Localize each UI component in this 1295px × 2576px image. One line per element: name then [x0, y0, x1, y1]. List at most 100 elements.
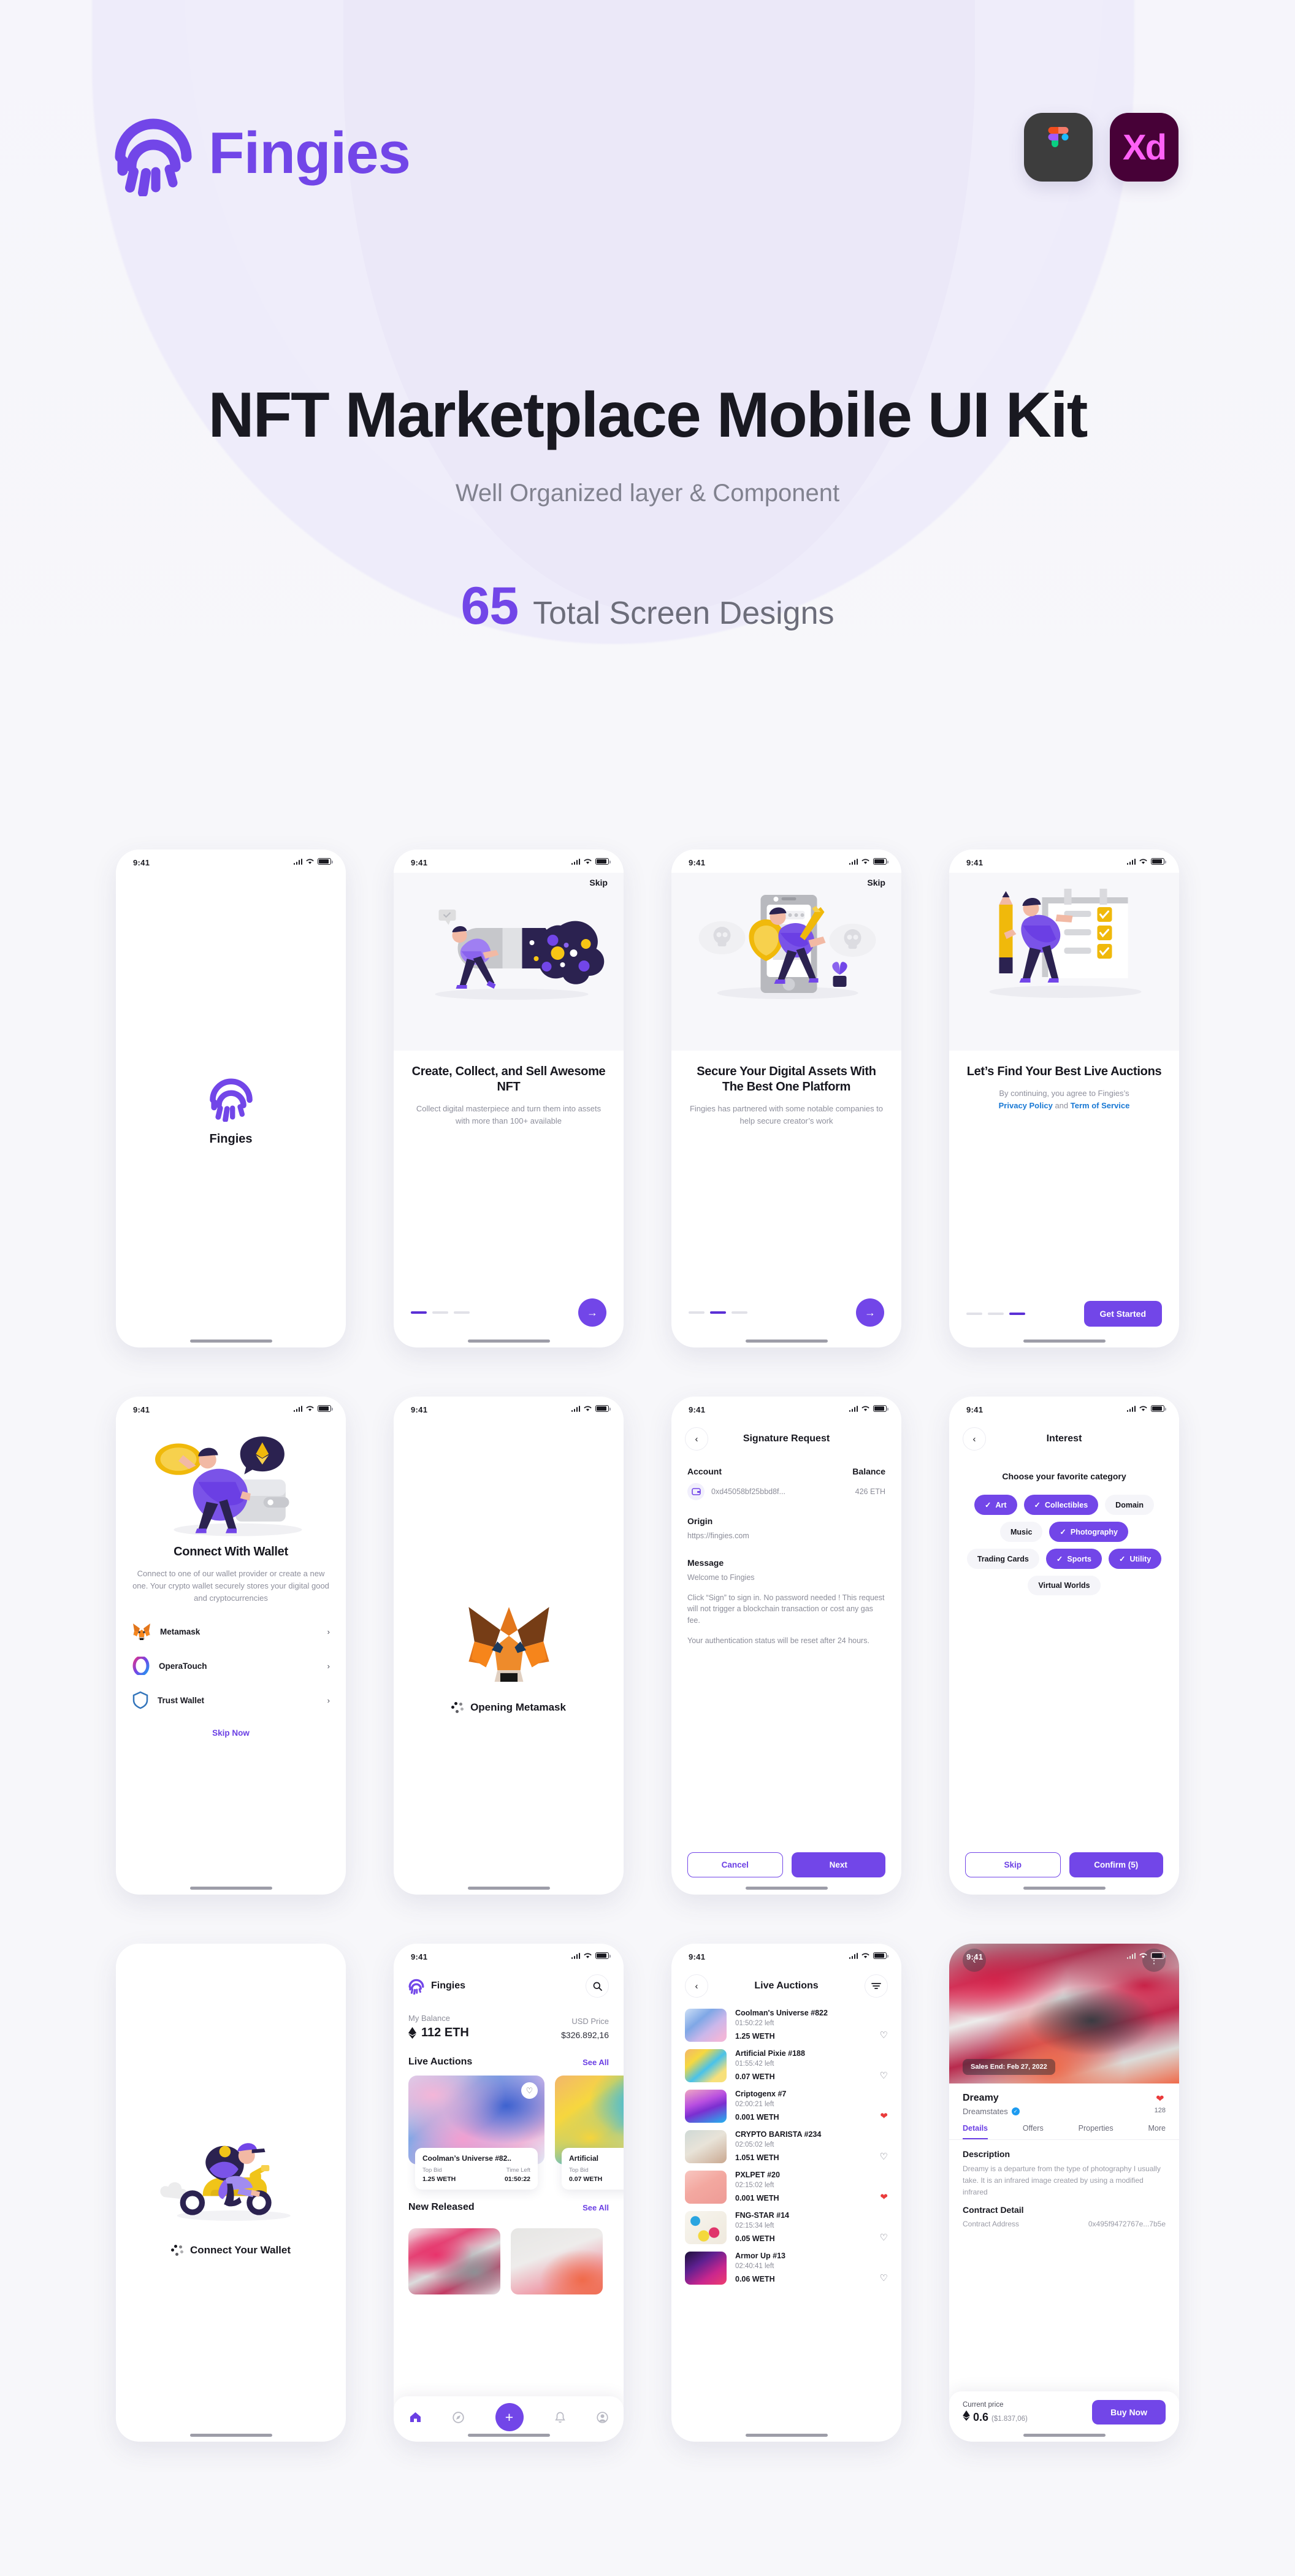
search-button[interactable]	[586, 1974, 609, 1998]
dot-1[interactable]	[411, 1311, 427, 1314]
get-started-button[interactable]: Get Started	[1083, 1301, 1162, 1327]
chip-sports[interactable]: ✓ Sports	[1045, 1549, 1102, 1569]
favorite-button[interactable]: ❤	[880, 2110, 888, 2123]
chip-trading-cards[interactable]: Trading Cards	[966, 1549, 1039, 1569]
next-button[interactable]: →	[856, 1298, 884, 1327]
dot-2[interactable]	[988, 1313, 1004, 1315]
tab-notifications[interactable]	[554, 2412, 565, 2427]
create-button[interactable]: +	[495, 2403, 524, 2431]
auction-card[interactable]: Artificial Top Bid 0.07 WETH	[555, 2076, 624, 2190]
item-time: 02:00:21 left	[735, 2101, 774, 2108]
magnet-illustration	[435, 910, 605, 1000]
terms-of-service-link[interactable]: Term of Service	[1071, 1101, 1130, 1110]
filter-button[interactable]	[865, 1974, 888, 1998]
tab-home[interactable]	[410, 2412, 421, 2426]
next-button[interactable]: →	[578, 1298, 606, 1327]
signal-icon	[849, 858, 858, 865]
tab-details[interactable]: Details	[963, 2124, 988, 2139]
dot-2[interactable]	[710, 1311, 726, 1314]
bell-icon	[554, 2412, 565, 2423]
favorite-button[interactable]: ♡	[880, 2272, 888, 2285]
skip-button[interactable]: Skip	[589, 878, 608, 887]
see-all-link[interactable]: See All	[583, 2203, 609, 2212]
status-bar: 9:41	[116, 849, 346, 873]
auction-list-item[interactable]: Artificial Pixie #188 01:55:42 left 0.07…	[671, 2042, 901, 2082]
chip-domain[interactable]: Domain	[1105, 1495, 1155, 1515]
current-price-usd: ($1.837,06)	[991, 2415, 1028, 2423]
auction-list-item[interactable]: Armor Up #13 02:40:41 left 0.06 WETH ♡	[671, 2244, 901, 2285]
dot-1[interactable]	[689, 1311, 705, 1314]
back-button[interactable]: ‹	[685, 1427, 708, 1451]
like-counter[interactable]: ❤ 128	[1155, 2093, 1166, 2114]
auction-list-item[interactable]: FNG-STAR #14 02:15:34 left 0.05 WETH ♡	[671, 2204, 901, 2244]
auction-list-item[interactable]: PXLPET #20 02:15:02 left 0.001 WETH ❤	[671, 2163, 901, 2204]
battery-icon	[318, 858, 333, 865]
new-released-card[interactable]	[511, 2228, 603, 2294]
message-section: Message Welcome to Fingies Click “Sign” …	[671, 1558, 901, 1647]
back-button[interactable]: ‹	[685, 1974, 708, 1998]
account-section: Account Balance 0xd45058bf25bbd8f... 426…	[671, 1466, 901, 1500]
auction-card[interactable]: ♡ Coolman’s Universe #82.. Top Bid 1.25 …	[408, 2076, 544, 2190]
tab-explore[interactable]	[452, 2411, 464, 2427]
dot-3[interactable]	[732, 1311, 747, 1314]
dot-3[interactable]	[1009, 1313, 1025, 1315]
chip-photography[interactable]: ✓ Photography	[1049, 1522, 1128, 1542]
favorite-button[interactable]: ♡	[880, 2070, 888, 2082]
wallet-option-metamask[interactable]: Metamask ›	[116, 1614, 346, 1649]
favorite-button[interactable]: ❤	[880, 2191, 888, 2204]
new-released-card[interactable]	[408, 2228, 500, 2294]
new-released-carousel[interactable]	[394, 2228, 624, 2294]
see-all-link[interactable]: See All	[583, 2058, 609, 2067]
heart-filled-icon: ❤	[880, 2111, 888, 2122]
screen-opening-metamask: 9:41 Opening Metamask	[394, 1397, 624, 1895]
heart-outline-icon: ♡	[879, 2071, 888, 2081]
favorite-button[interactable]: ♡	[521, 2082, 538, 2099]
skip-button[interactable]: Skip	[867, 878, 885, 887]
chip-music[interactable]: Music	[999, 1522, 1043, 1542]
tab-offers[interactable]: Offers	[1023, 2124, 1044, 2139]
next-button[interactable]: Next	[791, 1852, 885, 1877]
back-button[interactable]: ‹	[963, 1427, 986, 1451]
tab-profile[interactable]	[596, 2411, 608, 2427]
skip-button[interactable]: Skip	[965, 1852, 1061, 1877]
status-icons	[1126, 858, 1166, 865]
favorite-button[interactable]: ♡	[880, 2030, 888, 2042]
chip-utility[interactable]: ✓ Utility	[1108, 1549, 1162, 1569]
status-bar: 9:41	[671, 849, 901, 873]
wallet-option-trust-wallet[interactable]: Trust Wallet ›	[116, 1683, 346, 1717]
tab-properties[interactable]: Properties	[1079, 2124, 1114, 2139]
battery-icon	[873, 858, 888, 865]
nft-creator-row[interactable]: Dreamstates ✓	[963, 2107, 1020, 2116]
home-indicator	[1023, 1340, 1106, 1343]
item-name: Criptogenx #7	[735, 2090, 787, 2098]
wallet-option-operatouch[interactable]: OperaTouch ›	[116, 1649, 346, 1683]
auction-meta: Top Bid 1.25 WETH Time Left 01:50:22	[422, 2167, 530, 2183]
auction-list-item[interactable]: Criptogenx #7 02:00:21 left 0.001 WETH ❤	[671, 2082, 901, 2123]
loading-spinner-icon	[451, 1701, 464, 1714]
battery-icon	[873, 1405, 888, 1412]
buy-now-button[interactable]: Buy Now	[1092, 2400, 1166, 2425]
dot-1[interactable]	[966, 1313, 982, 1315]
chip-collectibles[interactable]: ✓ Collectibles	[1023, 1495, 1099, 1515]
onboarding-illustration: Skip	[394, 873, 624, 1051]
message-label: Message	[687, 1557, 724, 1568]
auction-carousel[interactable]: ♡ Coolman’s Universe #82.. Top Bid 1.25 …	[394, 2076, 624, 2190]
live-auctions-section-head: Live Auctions See All	[394, 2040, 624, 2076]
favorite-button[interactable]: ♡	[880, 2232, 888, 2244]
screen-count-label: Total Screen Designs	[533, 596, 835, 632]
confirm-button[interactable]: Confirm (5)	[1069, 1852, 1163, 1877]
cancel-button[interactable]: Cancel	[687, 1852, 783, 1877]
privacy-policy-link[interactable]: Privacy Policy	[999, 1101, 1053, 1110]
auction-list-item[interactable]: Coolman's Universe #822 01:50:22 left 1.…	[671, 1998, 901, 2042]
favorite-button[interactable]: ♡	[880, 2151, 888, 2163]
skip-now-link[interactable]: Skip Now	[116, 1728, 346, 1738]
description-label: Description	[963, 2149, 1010, 2159]
chip-virtual-worlds[interactable]: Virtual Worlds	[1028, 1576, 1101, 1595]
pagination-dots	[966, 1313, 1025, 1315]
dot-2[interactable]	[432, 1311, 448, 1314]
signal-icon	[293, 1405, 302, 1412]
chip-art[interactable]: ✓ Art	[974, 1495, 1017, 1515]
dot-3[interactable]	[454, 1311, 470, 1314]
auction-list-item[interactable]: CRYPTO BARISTA #234 02:05:02 left 1.051 …	[671, 2123, 901, 2163]
tab-more[interactable]: More	[1148, 2124, 1166, 2139]
